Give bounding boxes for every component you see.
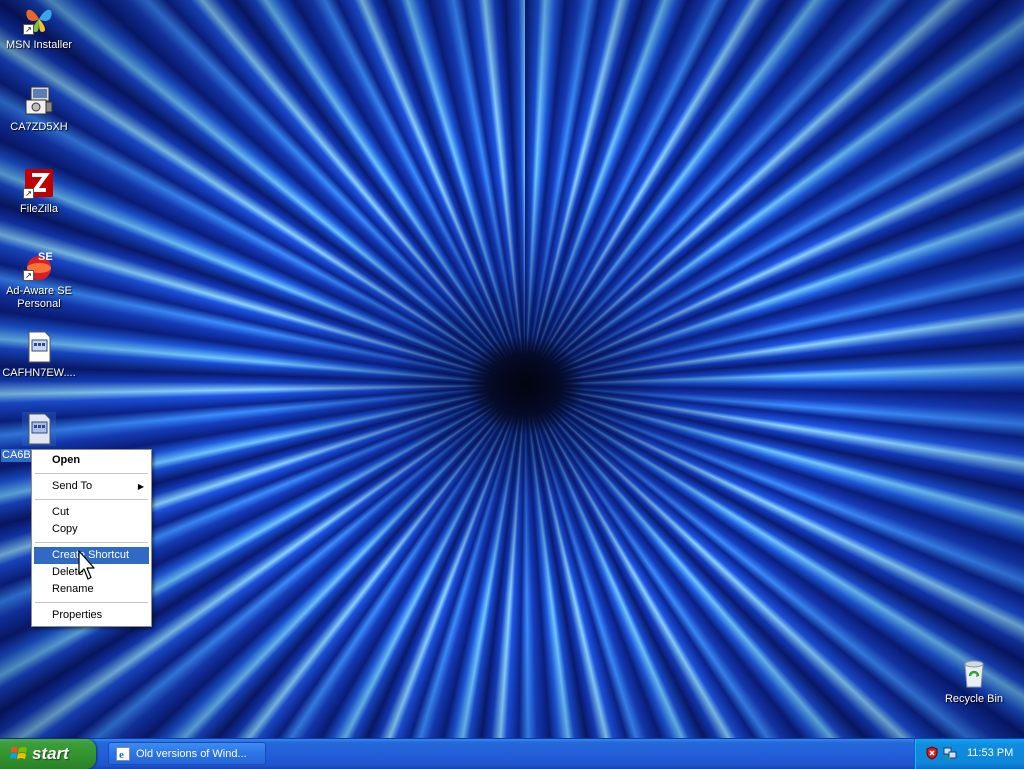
desktop-icon-label: CA7ZD5XH xyxy=(10,121,68,133)
internet-explorer-icon: e xyxy=(116,747,130,761)
taskbar-button-label: Old versions of Wind... xyxy=(136,748,247,760)
desktop-icon-label: CAFHN7EW.... xyxy=(2,367,76,379)
desktop-icon-label: Ad-Aware SE Personal xyxy=(6,285,72,310)
taskbar: start e Old versions of Wind... 11:53 PM xyxy=(0,738,1024,769)
windows-logo-icon xyxy=(10,747,27,759)
menu-separator xyxy=(35,602,148,603)
menu-separator xyxy=(35,473,148,474)
desktop-icon-filezilla[interactable]: ↗ FileZilla xyxy=(1,166,77,216)
system-tray: 11:53 PM xyxy=(914,739,1024,769)
menu-item-rename[interactable]: Rename xyxy=(34,581,149,598)
system-file-icon xyxy=(22,330,56,364)
context-menu: Open Send To ▶ Cut Copy Create Shortcut … xyxy=(31,449,152,627)
desktop-icon-label: FileZilla xyxy=(20,203,58,215)
desktop-icon-ad-aware[interactable]: SE ↗ Ad-Aware SE Personal xyxy=(1,248,77,311)
menu-separator xyxy=(35,542,148,543)
recycle-bin-icon xyxy=(957,656,991,690)
filezilla-icon: ↗ xyxy=(22,166,56,200)
msn-butterfly-icon: ↗ xyxy=(22,2,56,36)
menu-item-copy[interactable]: Copy xyxy=(34,521,149,538)
desktop-wallpaper xyxy=(0,0,1024,738)
network-icon[interactable] xyxy=(943,746,957,760)
start-label: start xyxy=(32,744,69,763)
system-file-icon xyxy=(22,412,56,446)
security-shield-icon[interactable] xyxy=(925,746,939,760)
menu-item-properties[interactable]: Properties xyxy=(34,607,149,624)
submenu-arrow-icon: ▶ xyxy=(137,482,144,491)
menu-item-label: Send To xyxy=(52,480,93,492)
menu-item-send-to[interactable]: Send To ▶ xyxy=(34,478,149,495)
menu-item-open[interactable]: Open xyxy=(34,452,149,469)
setup-installer-icon xyxy=(22,84,56,118)
desktop-icon-label: Recycle Bin xyxy=(944,693,1004,705)
menu-item-cut[interactable]: Cut xyxy=(34,504,149,521)
taskbar-button-old-versions[interactable]: e Old versions of Wind... xyxy=(108,742,266,765)
menu-separator xyxy=(35,499,148,500)
desktop-icon-cafhn7ew[interactable]: CAFHN7EW.... xyxy=(1,330,77,380)
start-button[interactable]: start xyxy=(0,739,96,769)
desktop-icon-recycle-bin[interactable]: Recycle Bin xyxy=(936,656,1012,706)
desktop-icon-msn-installer[interactable]: ↗ MSN Installer xyxy=(1,2,77,52)
ad-aware-icon: SE ↗ xyxy=(22,248,56,282)
clock[interactable]: 11:53 PM xyxy=(967,747,1013,759)
svg-text:e: e xyxy=(119,749,124,761)
desktop-icon-ca7zd5xh[interactable]: CA7ZD5XH xyxy=(1,84,77,134)
mouse-pointer-icon xyxy=(78,550,95,580)
desktop-icon-label: MSN Installer xyxy=(5,39,73,51)
svg-text:SE: SE xyxy=(38,251,53,263)
